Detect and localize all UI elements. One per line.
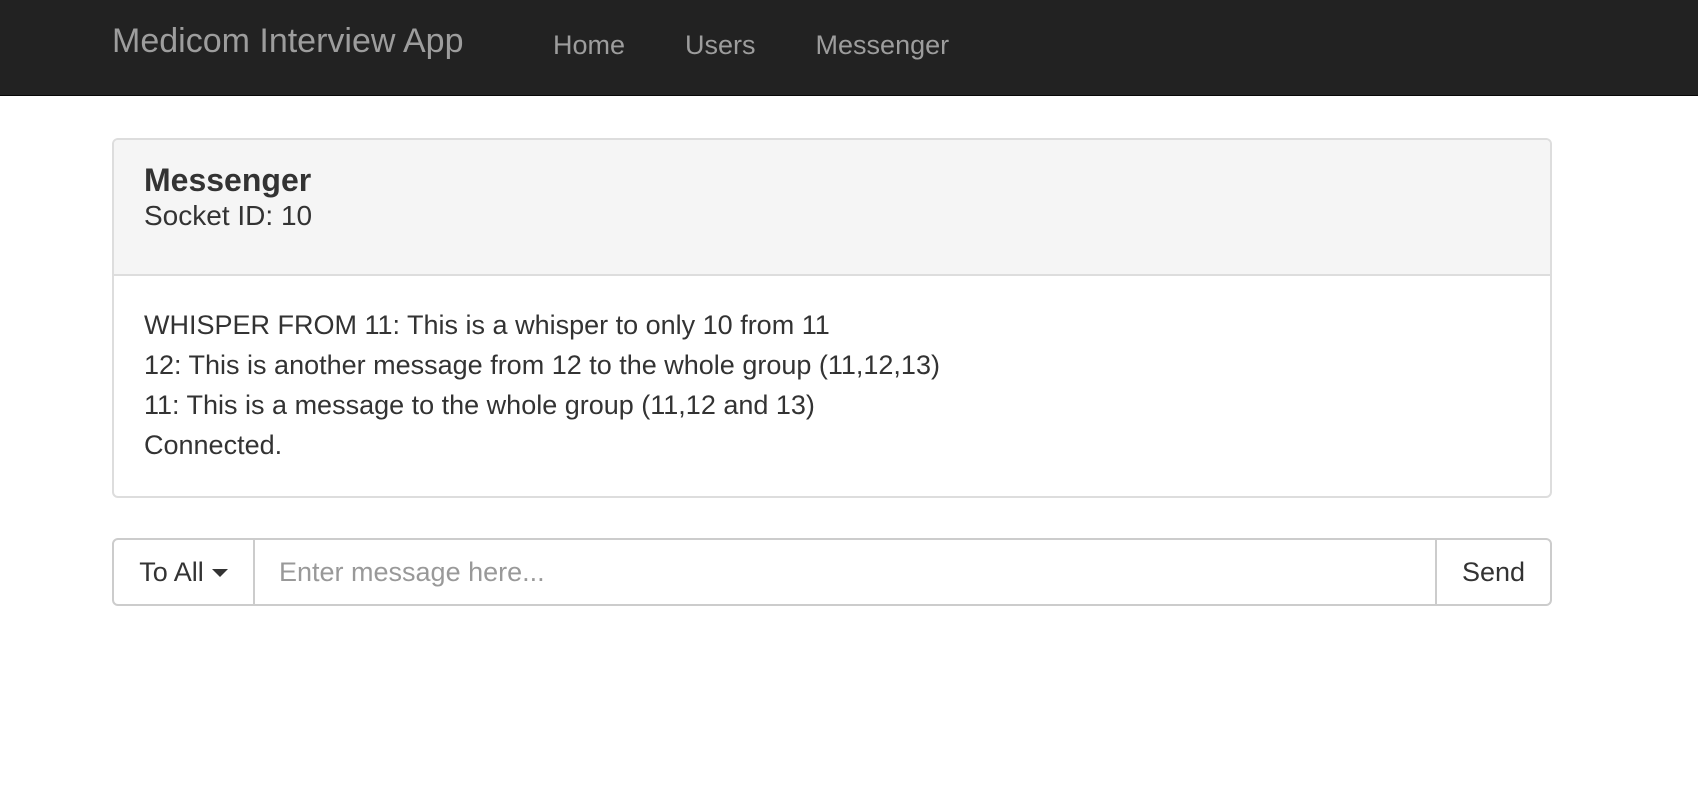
compose-bar: To All Send (112, 538, 1552, 606)
message-item: 11: This is a message to the whole group… (144, 390, 815, 420)
nav-link-users[interactable]: Users (685, 30, 756, 61)
nav-link-messenger[interactable]: Messenger (816, 30, 950, 61)
messenger-panel: Messenger Socket ID: 10 WHISPER FROM 11:… (112, 138, 1552, 498)
recipient-label: To All (139, 556, 204, 587)
message-list: WHISPER FROM 11: This is a whisper to on… (114, 276, 1550, 465)
message-item: 12: This is another message from 12 to t… (144, 350, 940, 380)
caret-down-icon (211, 569, 228, 577)
send-button[interactable]: Send (1435, 538, 1552, 606)
socket-id-label: Socket ID: 10 (144, 200, 313, 231)
panel-heading: Messenger Socket ID: 10 (114, 140, 1550, 276)
message-item: Connected. (144, 430, 283, 460)
brand-link[interactable]: Medicom Interview App (112, 22, 464, 61)
nav-links: Home Users Messenger (553, 30, 949, 61)
panel-title: Messenger (144, 162, 312, 198)
message-item: WHISPER FROM 11: This is a whisper to on… (144, 310, 830, 340)
top-navbar: Medicom Interview App Home Users Messeng… (0, 0, 1698, 96)
recipient-dropdown-button[interactable]: To All (112, 538, 255, 606)
nav-link-home[interactable]: Home (553, 30, 625, 61)
message-input[interactable] (255, 538, 1435, 606)
